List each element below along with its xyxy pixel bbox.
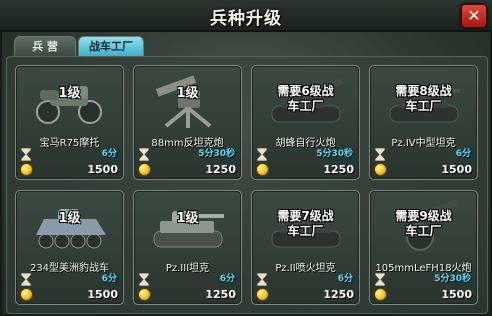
armored-car-icon — [30, 197, 110, 255]
unit-card-lefh18[interactable]: 需要9级战 车工厂 105mmLeFH18火炮 5分30秒 1500 — [369, 190, 478, 305]
hourglass-icon — [20, 273, 32, 286]
unit-name: 105mmLeFH18火炮 — [375, 263, 472, 274]
hourglass-icon — [138, 273, 150, 286]
requirement-line-1: 需要9级战 — [395, 209, 452, 223]
upgrade-time: 6分 — [98, 273, 120, 286]
cost-row: 1250 — [138, 163, 238, 177]
upgrade-time: 6分 — [216, 273, 238, 286]
window-title: 兵种升级 — [210, 9, 282, 29]
unit-name: Pz.IV中型坦克 — [391, 138, 456, 149]
cost-row: 1500 — [374, 163, 474, 177]
requirement-line-2: 车工厂 — [405, 99, 442, 113]
unit-name: 234型美洲豹战车 — [29, 263, 110, 274]
upgrade-time: 6分 — [334, 273, 356, 286]
cost-row: 1250 — [256, 163, 356, 177]
hourglass-icon — [138, 148, 150, 161]
tab-barracks[interactable]: 兵 营 — [14, 36, 76, 57]
locked-requirement: 需要6级战 车工厂 — [252, 84, 359, 114]
hourglass-icon — [374, 273, 386, 286]
level-label: 1级 — [176, 86, 199, 101]
cost-row: 1500 — [20, 163, 120, 177]
unit-card-88mm-gun[interactable]: 1级 88mm反坦克炮 5分30秒 1250 — [133, 65, 242, 180]
coin-icon — [20, 163, 33, 176]
time-row: 6分 — [374, 148, 474, 161]
upgrade-time: 5分30秒 — [195, 148, 238, 161]
close-button[interactable]: ✕ — [461, 4, 487, 28]
unit-name: 胡蜂自行火炮 — [275, 138, 336, 149]
unit-grid-panel: 1级 宝马R75摩托 6分 1500 1级 88mm反坦克炮 5分30秒 125… — [6, 56, 488, 314]
cost-row: 1500 — [374, 288, 474, 302]
requirement-line-1: 需要6级战 — [277, 84, 334, 98]
unit-name: Pz.III坦克 — [165, 263, 210, 274]
upgrade-cost: 1500 — [441, 163, 472, 176]
unit-name: Pz.II喷火坦克 — [275, 263, 336, 274]
unit-card-puma[interactable]: 1级 234型美洲豹战车 6分 1500 — [15, 190, 124, 305]
upgrade-time: 5分30秒 — [431, 273, 474, 286]
coin-icon — [256, 163, 269, 176]
requirement-line-2: 车工厂 — [287, 99, 324, 113]
time-row: 5分30秒 — [138, 148, 238, 161]
cost-row: 1250 — [256, 288, 356, 302]
cost-row: 1250 — [138, 288, 238, 302]
anti-tank-gun-icon — [148, 72, 228, 130]
motorcycle-icon — [30, 72, 110, 130]
upgrade-cost: 1250 — [205, 288, 236, 301]
time-row: 6分 — [20, 273, 120, 286]
upgrade-time: 6分 — [452, 148, 474, 161]
light-tank-icon — [148, 197, 228, 255]
time-row: 6分 — [138, 273, 238, 286]
coin-icon — [20, 288, 33, 301]
upgrade-cost: 1500 — [441, 288, 472, 301]
upgrade-cost: 1250 — [323, 163, 354, 176]
hourglass-icon — [20, 148, 32, 161]
time-row: 6分 — [20, 148, 120, 161]
time-row: 5分30秒 — [374, 273, 474, 286]
unit-card-hummel[interactable]: 需要6级战 车工厂 胡蜂自行火炮 5分30秒 1250 — [251, 65, 360, 180]
tab-tank-factory[interactable]: 战车工厂 — [78, 36, 144, 57]
upgrade-cost: 1500 — [87, 288, 118, 301]
coin-icon — [374, 163, 387, 176]
unit-card-pz4[interactable]: 需要8级战 车工厂 Pz.IV中型坦克 6分 1500 — [369, 65, 478, 180]
time-row: 5分30秒 — [256, 148, 356, 161]
level-label: 1级 — [58, 86, 81, 101]
unit-card-motorcycle[interactable]: 1级 宝马R75摩托 6分 1500 — [15, 65, 124, 180]
requirement-line-1: 需要8级战 — [395, 84, 452, 98]
hourglass-icon — [374, 148, 386, 161]
hourglass-icon — [256, 148, 268, 161]
title-bar: 兵种升级 ✕ — [0, 0, 492, 32]
coin-icon — [374, 288, 387, 301]
unit-card-pz3[interactable]: 1级 Pz.III坦克 6分 1250 — [133, 190, 242, 305]
coin-icon — [138, 163, 151, 176]
cost-row: 1500 — [20, 288, 120, 302]
coin-icon — [256, 288, 269, 301]
upgrade-cost: 1250 — [205, 163, 236, 176]
locked-requirement: 需要8级战 车工厂 — [370, 84, 477, 114]
locked-requirement: 需要7级战 车工厂 — [252, 209, 359, 239]
unit-name: 宝马R75摩托 — [39, 138, 100, 149]
upgrade-time: 6分 — [98, 148, 120, 161]
time-row: 6分 — [256, 273, 356, 286]
level-label: 1级 — [58, 211, 81, 226]
unit-name: 88mm反坦克炮 — [151, 138, 224, 149]
requirement-line-1: 需要7级战 — [277, 209, 334, 223]
locked-requirement: 需要9级战 车工厂 — [370, 209, 477, 239]
upgrade-cost: 1250 — [323, 288, 354, 301]
close-icon: ✕ — [467, 6, 481, 25]
level-label: 1级 — [176, 211, 199, 226]
hourglass-icon — [256, 273, 268, 286]
coin-icon — [138, 288, 151, 301]
requirement-line-2: 车工厂 — [287, 224, 324, 238]
unit-card-pz2-flame[interactable]: 需要7级战 车工厂 Pz.II喷火坦克 6分 1250 — [251, 190, 360, 305]
requirement-line-2: 车工厂 — [405, 224, 442, 238]
upgrade-time: 5分30秒 — [313, 148, 356, 161]
upgrade-cost: 1500 — [87, 163, 118, 176]
